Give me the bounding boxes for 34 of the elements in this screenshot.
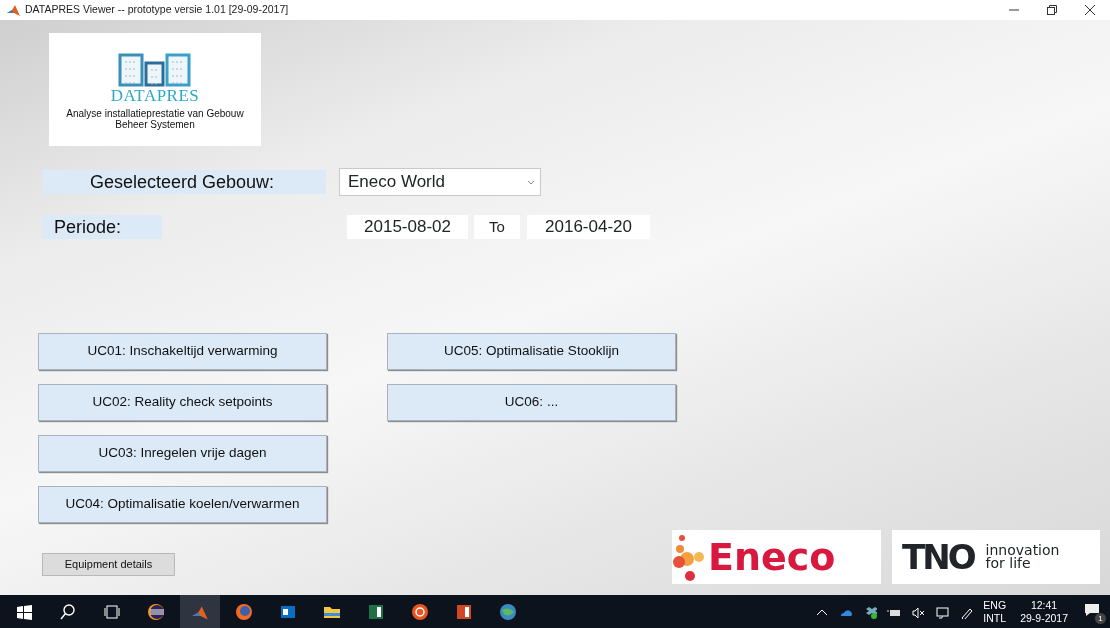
tno-wordmark: TNO [902, 540, 974, 574]
clock-time[interactable]: 12:41 [1030, 598, 1058, 612]
logo-subtitle: Analyse installatieprestatie van Gebouw Beheer Systemen [65, 108, 245, 130]
use-case-button[interactable]: UC05: Optimalisatie Stooklijn [387, 333, 676, 370]
monitor-icon[interactable] [935, 604, 950, 619]
language-text: ENG [983, 598, 1007, 612]
logo-name: DATAPRES [110, 87, 200, 105]
window-title: DATAPRES Viewer -- prototype versie 1.01 [29-09-2017] [25, 2, 289, 18]
clock-date[interactable]: 29-9-2017 [1020, 611, 1068, 625]
to-label: To [474, 215, 520, 239]
period-label: Periode: [42, 215, 162, 239]
ubuntu-icon [410, 601, 430, 622]
use-case-button[interactable]: UC03: Inregelen vrije dagen [38, 435, 327, 472]
caret-icon [527, 179, 535, 185]
eneco-wordmark: Eneco [708, 538, 836, 576]
end-date-field[interactable]: 2016-04-20 [527, 215, 650, 239]
layout-text: INTL [983, 611, 1007, 625]
use-case-button[interactable]: UC01: Inschakeltijd verwarming [38, 333, 327, 370]
restore-icon[interactable] [1046, 4, 1058, 16]
tno-tagline: innovation for life [985, 544, 1061, 570]
notification-icon[interactable] [1084, 601, 1100, 618]
notification-badge: 1 [1095, 612, 1106, 624]
firefox-icon [234, 601, 254, 622]
building-dropdown[interactable]: Eneco World [339, 168, 541, 196]
globe-icon [498, 601, 518, 622]
eclipse-icon [146, 601, 166, 622]
use-case-button[interactable]: UC04: Optimalisatie koelen/verwarmen [38, 486, 327, 523]
use-case-button[interactable]: UC06: ... [387, 384, 676, 421]
start-date-field[interactable]: 2015-08-02 [347, 215, 468, 239]
close-icon[interactable] [1084, 4, 1096, 16]
use-case-button[interactable]: UC02: Reality check setpoints [38, 384, 327, 421]
equipment-details-button[interactable]: Equipment details [42, 553, 175, 576]
building-label: Geselecteerd Gebouw: [42, 170, 326, 194]
search-icon [58, 601, 78, 622]
